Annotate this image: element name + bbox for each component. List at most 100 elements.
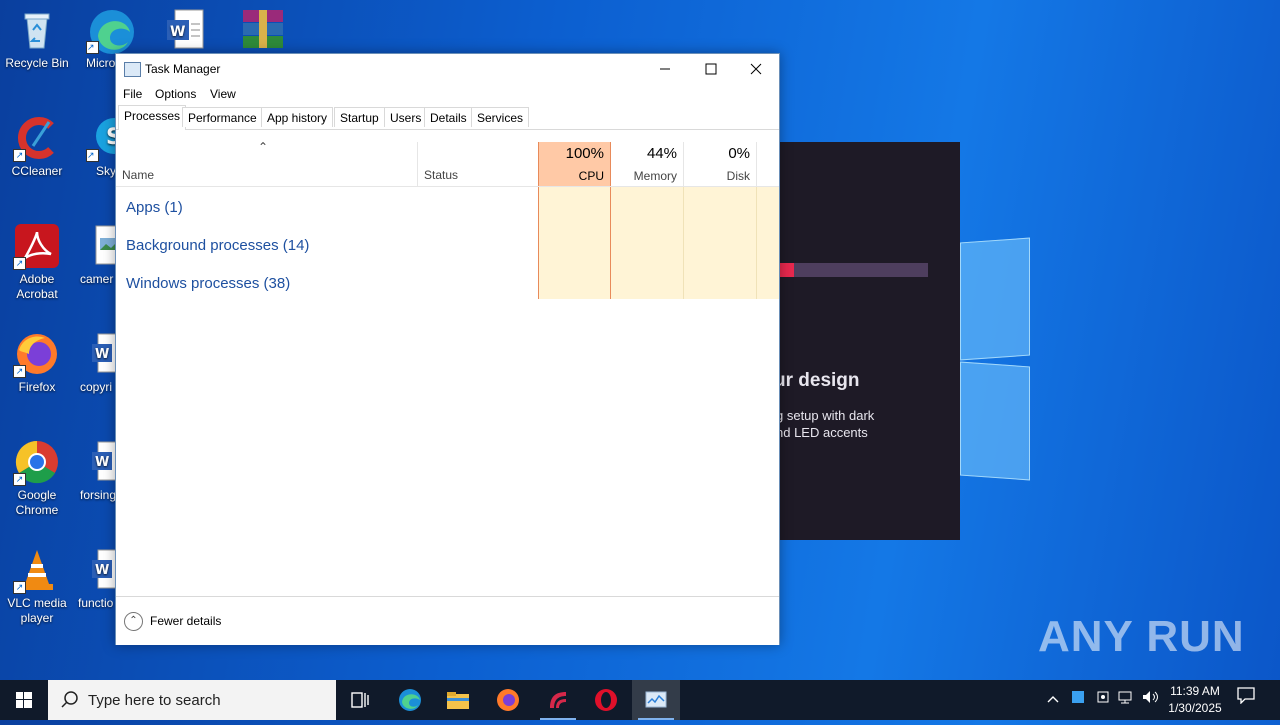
disk-cells xyxy=(684,187,757,299)
group-apps[interactable]: Apps (1) xyxy=(126,199,183,216)
shortcut-arrow-icon: ↗ xyxy=(86,41,99,54)
tray-app-icon[interactable] xyxy=(1072,680,1086,720)
menu-bar: File Options View xyxy=(116,84,779,104)
progress-bar xyxy=(778,263,928,277)
cpu-label: CPU xyxy=(578,169,604,183)
taskbar: Type here to search 11:39 AM 1/30/2025 xyxy=(0,680,1280,720)
winrar-icon xyxy=(239,8,283,52)
footer: ⌃ Fewer details xyxy=(116,596,779,645)
close-button[interactable] xyxy=(733,54,779,84)
column-name-label: Name xyxy=(122,168,155,182)
word-document-icon: W xyxy=(163,8,207,52)
start-button[interactable] xyxy=(0,680,48,720)
chevron-up-icon[interactable]: ⌃ xyxy=(124,612,143,631)
firefox-icon xyxy=(497,688,519,711)
vlc-cone-icon: ↗ xyxy=(13,548,59,594)
panel-text: g setup with dark nd LED accents xyxy=(776,408,875,440)
clock[interactable]: 11:39 AM 1/30/2025 xyxy=(1162,683,1228,717)
memory-label: Memory xyxy=(633,169,677,183)
desktop-icon-adobe-acrobat[interactable]: ↗ Adobe Acrobat xyxy=(0,224,74,302)
desktop-icon-ccleaner[interactable]: ↗ CCleaner xyxy=(0,116,74,179)
group-background-processes[interactable]: Background processes (14) xyxy=(126,237,309,254)
shortcut-arrow-icon: ↗ xyxy=(13,473,26,486)
folder-icon xyxy=(447,691,469,709)
taskbar-firefox[interactable] xyxy=(484,680,532,720)
tab-performance[interactable]: Performance xyxy=(182,107,263,127)
window-title: Task Manager xyxy=(145,62,221,76)
svg-text:W: W xyxy=(95,455,109,470)
desktop-icon-label: Recycle Bin xyxy=(5,56,69,70)
fewer-details-button[interactable]: Fewer details xyxy=(150,614,221,628)
recycle-bin-icon xyxy=(15,8,59,52)
taskbar-file-explorer[interactable] xyxy=(434,680,482,720)
tab-services[interactable]: Services xyxy=(471,107,530,127)
maximize-button[interactable] xyxy=(688,54,734,84)
action-center-button[interactable] xyxy=(1236,680,1260,720)
desktop-icon-vlc[interactable]: ↗ VLC media player xyxy=(0,548,74,626)
taskbar-edge[interactable] xyxy=(386,680,434,720)
tab-startup[interactable]: Startup xyxy=(334,107,385,127)
taskbar-app-red[interactable] xyxy=(534,680,582,720)
tab-app-history[interactable]: App history xyxy=(261,107,334,127)
cpu-percent: 100% xyxy=(565,145,604,162)
task-view-button[interactable] xyxy=(336,680,384,720)
volume-icon[interactable] xyxy=(1142,680,1160,720)
desktop-icon-winrar[interactable] xyxy=(224,8,298,56)
column-status-label: Status xyxy=(424,168,459,182)
task-manager-icon xyxy=(124,62,141,77)
column-disk[interactable]: 0% Disk xyxy=(684,142,757,186)
edge-icon xyxy=(399,688,421,711)
desktop-icon-firefox[interactable]: ↗ Firefox xyxy=(0,332,74,395)
taskbar-opera[interactable] xyxy=(582,680,630,720)
menu-view[interactable]: View xyxy=(210,87,236,101)
shortcut-arrow-icon: ↗ xyxy=(13,257,26,270)
desktop-icon-label: Google Chrome xyxy=(15,488,59,517)
desktop-icon-label: Firefox xyxy=(18,380,56,394)
column-cpu[interactable]: 100% CPU xyxy=(538,142,611,186)
column-memory[interactable]: 44% Memory xyxy=(611,142,684,186)
tab-users[interactable]: Users xyxy=(384,107,428,127)
column-status[interactable]: Status xyxy=(418,142,539,186)
panel-heading: ur design xyxy=(774,370,860,391)
network-icon[interactable] xyxy=(1118,680,1136,720)
memory-percent: 44% xyxy=(646,145,677,162)
search-placeholder: Type here to search xyxy=(88,692,221,709)
tab-processes[interactable]: Processes xyxy=(118,105,187,130)
acrobat-icon: ↗ xyxy=(13,224,59,270)
menu-file[interactable]: File xyxy=(123,87,142,101)
taskbar-search-box[interactable]: Type here to search xyxy=(48,680,336,720)
disk-percent: 0% xyxy=(728,145,750,162)
tab-bar: Processes Performance App history Startu… xyxy=(116,105,779,130)
taskbar-task-manager[interactable] xyxy=(632,680,680,720)
group-windows-processes[interactable]: Windows processes (38) xyxy=(126,275,290,292)
desktop-icon-word-file[interactable]: W xyxy=(148,8,222,56)
tray-overflow-chevron-icon[interactable] xyxy=(1046,680,1064,720)
background-app-window[interactable]: ur design g setup with dark nd LED accen… xyxy=(760,142,960,540)
shortcut-arrow-icon: ↗ xyxy=(86,149,99,162)
tab-details[interactable]: Details xyxy=(424,107,473,127)
windows-wallpaper-logo xyxy=(960,237,1030,481)
windows-start-icon xyxy=(16,692,32,708)
desktop-icon-label: CCleaner xyxy=(11,164,63,178)
desktop-icon-recycle-bin[interactable]: Recycle Bin xyxy=(0,8,74,71)
ccleaner-icon: ↗ xyxy=(13,116,59,162)
svg-text:W: W xyxy=(170,24,185,40)
opera-icon xyxy=(595,688,617,711)
svg-text:W: W xyxy=(95,347,109,362)
menu-options[interactable]: Options xyxy=(155,87,196,101)
shortcut-arrow-icon: ↗ xyxy=(13,581,26,594)
column-name[interactable]: ⌃ Name xyxy=(116,140,418,186)
shortcut-arrow-icon: ↗ xyxy=(13,365,26,378)
clock-date: 1/30/2025 xyxy=(1168,701,1222,715)
title-bar[interactable]: Task Manager xyxy=(116,54,779,84)
app-icon xyxy=(550,691,566,708)
minimize-button[interactable] xyxy=(642,54,688,84)
column-header-row: ⌃ Name Status 100% CPU 44% Memory 0% Dis… xyxy=(116,140,779,187)
watermark: ANY RUN xyxy=(1038,612,1245,661)
firefox-icon: ↗ xyxy=(13,332,59,378)
tray-device-icon[interactable] xyxy=(1096,680,1112,720)
task-manager-window[interactable]: Task Manager File Options View Processes… xyxy=(115,53,780,645)
notification-icon xyxy=(1237,687,1255,705)
disk-label: Disk xyxy=(726,169,750,183)
desktop-icon-google-chrome[interactable]: ↗ Google Chrome xyxy=(0,440,74,518)
